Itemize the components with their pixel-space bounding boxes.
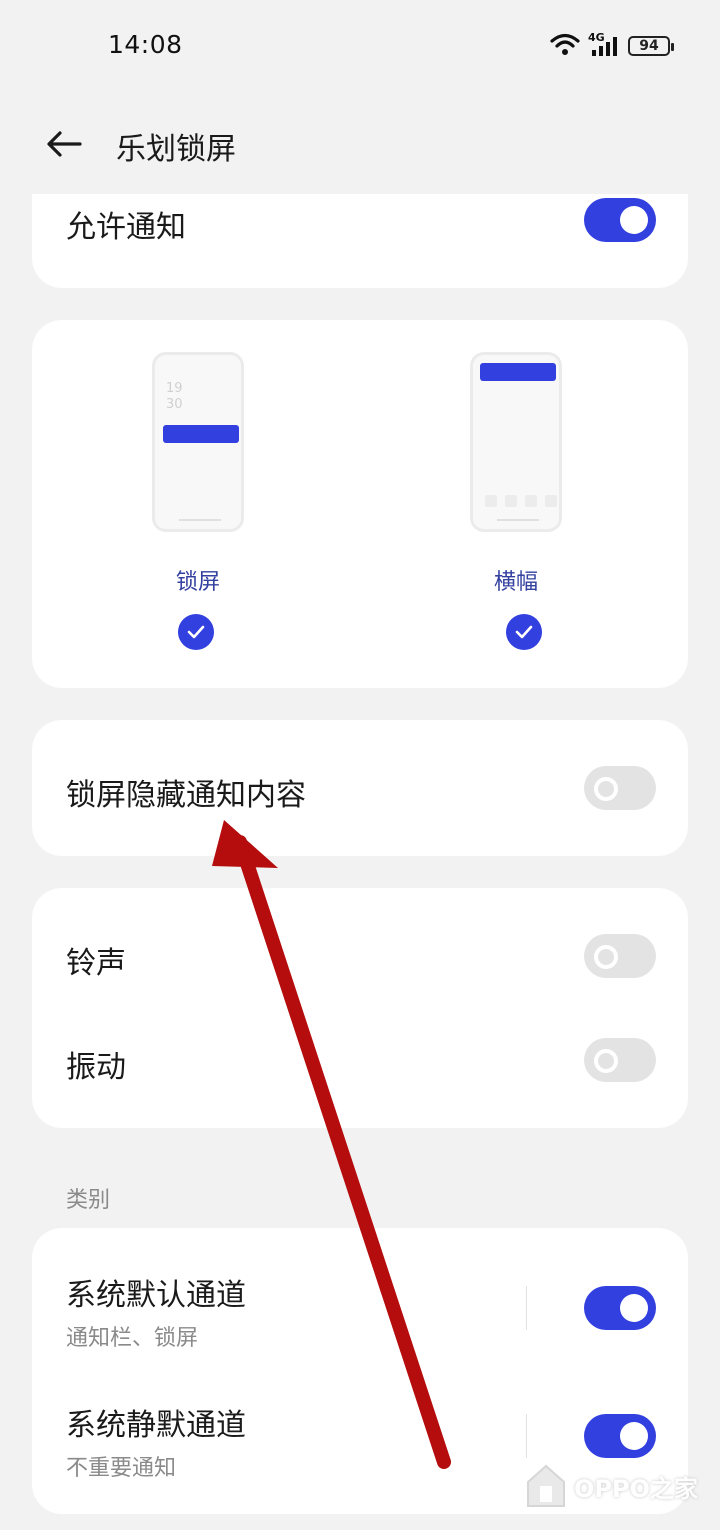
silent-channel-subtitle: 不重要通知 xyxy=(66,1456,177,1481)
default-channel-subtitle: 通知栏、锁屏 xyxy=(66,1326,199,1351)
silent-channel-toggle[interactable] xyxy=(584,1414,656,1458)
preview-clock-hour: 19 xyxy=(166,381,183,396)
vibration-toggle[interactable] xyxy=(584,1038,656,1082)
preview-notification-bar xyxy=(163,425,239,443)
default-channel-toggle[interactable] xyxy=(584,1286,656,1330)
preview-home-indicator xyxy=(497,519,539,521)
watermark: OPPO之家 xyxy=(524,1462,698,1510)
preview-home-indicator xyxy=(179,519,221,521)
hide-content-toggle[interactable] xyxy=(584,766,656,810)
lockscreen-option-label[interactable]: 锁屏 xyxy=(176,564,220,596)
preview-clock: 19 30 xyxy=(166,381,183,413)
cellular-signal-icon: 4G xyxy=(588,31,620,58)
banner-option-label[interactable]: 横幅 xyxy=(494,564,538,596)
silent-channel-label[interactable]: 系统静默通道 xyxy=(66,1400,246,1444)
allow-notifications-toggle[interactable] xyxy=(584,198,656,242)
sound-vibration-card: 铃声 振动 xyxy=(32,888,688,1128)
status-time: 14:08 xyxy=(108,30,183,59)
status-icons: 4G 94 xyxy=(550,31,674,60)
checkmark-icon xyxy=(187,625,205,639)
display-options-card: 19 30 锁屏 横幅 xyxy=(32,320,688,688)
divider xyxy=(526,1286,527,1330)
divider xyxy=(526,1414,527,1458)
watermark-text: OPPO之家 xyxy=(574,1474,698,1503)
hide-content-label: 锁屏隐藏通知内容 xyxy=(66,778,306,813)
vibration-label: 振动 xyxy=(66,1050,126,1085)
checkmark-icon xyxy=(515,625,533,639)
allow-notifications-card: 允许通知 xyxy=(32,194,688,288)
preview-banner-bar xyxy=(480,363,556,381)
category-section-title: 类别 xyxy=(66,1188,111,1213)
hide-content-card: 锁屏隐藏通知内容 xyxy=(32,720,688,856)
lockscreen-preview[interactable]: 19 30 xyxy=(152,352,244,532)
banner-preview[interactable] xyxy=(470,352,562,532)
lockscreen-checkbox[interactable] xyxy=(178,614,214,650)
ringtone-toggle[interactable] xyxy=(584,934,656,978)
battery-indicator: 94 xyxy=(628,36,674,56)
banner-checkbox[interactable] xyxy=(506,614,542,650)
allow-notifications-label: 允许通知 xyxy=(66,210,186,245)
default-channel-label[interactable]: 系统默认通道 xyxy=(66,1270,246,1314)
preview-dock xyxy=(485,495,557,507)
preview-clock-minute: 30 xyxy=(166,397,183,412)
page-title: 乐划锁屏 xyxy=(116,132,236,167)
ringtone-label: 铃声 xyxy=(66,946,126,981)
wifi-icon xyxy=(550,32,580,60)
watermark-logo-icon xyxy=(527,1464,566,1507)
back-arrow-icon[interactable] xyxy=(44,124,84,164)
